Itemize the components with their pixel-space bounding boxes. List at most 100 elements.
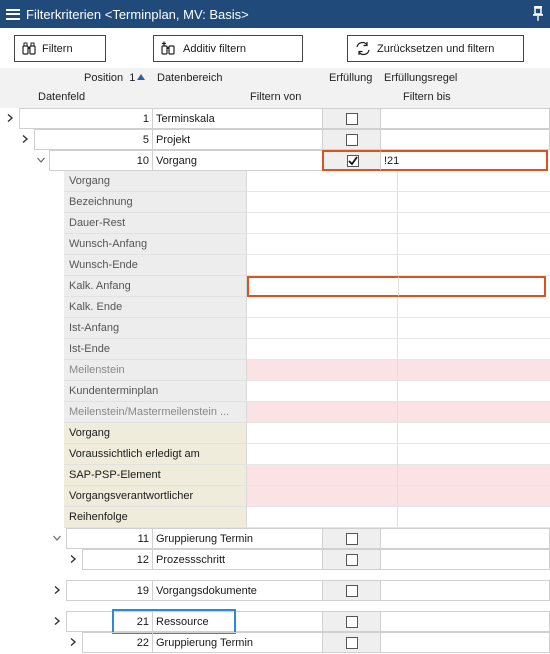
erfuellungsregel-cell[interactable] [380, 549, 550, 570]
filter-to-input[interactable] [398, 465, 550, 486]
filter-to-input[interactable] [398, 486, 550, 507]
erfuellungsregel-cell[interactable]: !21 [380, 150, 548, 171]
erfuellung-header[interactable]: Erfüllung [329, 72, 372, 84]
datenbereich-header[interactable]: Datenbereich [157, 72, 222, 84]
filter-to-input[interactable] [398, 318, 550, 339]
filter-to-input[interactable] [398, 423, 550, 444]
tree-row[interactable]: 19 Vorgangsdokumente [0, 580, 550, 601]
erfuellungsregel-cell[interactable] [380, 108, 550, 129]
filter-from-input[interactable] [247, 423, 398, 444]
filter-to-input[interactable] [398, 381, 550, 402]
filtern-bis-header[interactable]: Filtern bis [403, 91, 451, 103]
reset-and-filter-button-label: Zurücksetzen und filtern [377, 42, 495, 55]
filter-from-input[interactable] [247, 234, 398, 255]
filter-from-input[interactable] [247, 444, 398, 465]
filter-from-input[interactable] [247, 297, 398, 318]
chevron-right-icon[interactable] [20, 134, 30, 144]
erfuellung-cell [322, 150, 381, 171]
checkbox[interactable] [345, 615, 358, 628]
field-row[interactable]: Meilenstein/Mastermeilenstein ... [64, 402, 550, 423]
field-row[interactable]: Voraussichtlich erledigt am [64, 444, 550, 465]
filter-to-input[interactable] [398, 213, 550, 234]
erfuellungsregel-cell[interactable] [380, 580, 550, 601]
tree-row[interactable]: 5 Projekt [0, 129, 550, 150]
field-row[interactable]: Meilenstein [64, 360, 550, 381]
erfuellungsregel-header[interactable]: Erfüllungsregel [384, 72, 457, 84]
field-row[interactable]: Ist-Anfang [64, 318, 550, 339]
filter-to-input[interactable] [398, 444, 550, 465]
tree-row-selected[interactable]: 10 Vorgang !21 [0, 150, 550, 171]
filter-to-input[interactable] [398, 255, 550, 276]
erfuellungsregel-cell[interactable] [380, 129, 550, 150]
filter-from-input[interactable] [247, 381, 398, 402]
chevron-down-icon[interactable] [36, 155, 46, 165]
chevron-down-icon[interactable] [52, 533, 62, 543]
filter-to-input[interactable] [398, 507, 550, 528]
field-label: Wunsch-Ende [64, 255, 247, 276]
hamburger-menu-icon[interactable] [6, 8, 20, 20]
filter-from-input[interactable] [247, 507, 398, 528]
additive-filter-button-label: Additiv filtern [183, 42, 246, 55]
filter-from-input[interactable] [247, 486, 398, 507]
filter-to-input[interactable] [398, 192, 550, 213]
checkbox[interactable] [345, 553, 358, 566]
field-row[interactable]: Kundenterminplan [64, 381, 550, 402]
reset-and-filter-button[interactable]: Zurücksetzen und filtern [347, 35, 524, 62]
erfuellungsregel-cell[interactable] [380, 611, 550, 632]
datenfeld-header[interactable]: Datenfeld [38, 91, 85, 103]
chevron-right-icon[interactable] [5, 113, 15, 123]
field-row-focused[interactable]: Kalk. Anfang [64, 276, 550, 297]
filtern-von-header[interactable]: Filtern von [250, 91, 301, 103]
filter-from-input[interactable] [247, 339, 398, 360]
erfuellungsregel-cell[interactable] [380, 528, 550, 549]
filter-to-input[interactable] [398, 297, 550, 318]
field-row[interactable]: Wunsch-Anfang [64, 234, 550, 255]
field-row[interactable]: Dauer-Rest [64, 213, 550, 234]
filter-to-input[interactable] [398, 402, 550, 423]
field-row[interactable]: Wunsch-Ende [64, 255, 550, 276]
filter-from-input[interactable] [247, 192, 398, 213]
filter-from-input[interactable] [247, 318, 398, 339]
position-header[interactable]: Position 1 [84, 72, 146, 84]
filter-button[interactable]: Filtern [14, 35, 106, 62]
tree-row[interactable]: 1 Terminskala [0, 108, 550, 129]
filter-from-input[interactable] [247, 276, 398, 297]
tree-row[interactable]: 21 Ressource [0, 609, 550, 634]
field-row[interactable]: Ist-Ende [64, 339, 550, 360]
filter-from-input[interactable] [247, 360, 398, 381]
filter-to-input[interactable] [398, 276, 546, 297]
field-row[interactable]: Vorgang [64, 423, 550, 444]
filter-from-input[interactable] [247, 255, 398, 276]
tree-row[interactable]: 22 Gruppierung Termin [0, 632, 550, 653]
tree-row[interactable]: 11 Gruppierung Termin [0, 528, 550, 549]
chevron-right-icon[interactable] [68, 554, 78, 564]
filter-to-input[interactable] [398, 171, 550, 192]
filter-from-input[interactable] [247, 171, 398, 192]
checkbox[interactable] [345, 112, 358, 125]
filter-to-input[interactable] [398, 234, 550, 255]
erfuellungsregel-cell[interactable] [380, 632, 550, 653]
field-row[interactable]: Vorgang [64, 171, 550, 192]
checkbox-checked[interactable] [346, 154, 359, 167]
field-label: Kalk. Anfang [64, 276, 247, 297]
tree-row[interactable]: 12 Prozessschritt [0, 549, 550, 570]
filter-to-input[interactable] [398, 339, 550, 360]
field-row[interactable]: SAP-PSP-Element [64, 465, 550, 486]
filter-from-input[interactable] [247, 402, 398, 423]
chevron-right-icon[interactable] [52, 585, 62, 595]
field-row[interactable]: Bezeichnung [64, 192, 550, 213]
filter-from-input[interactable] [247, 465, 398, 486]
pin-icon[interactable] [532, 5, 544, 21]
checkbox[interactable] [345, 584, 358, 597]
chevron-right-icon[interactable] [68, 637, 78, 647]
checkbox[interactable] [345, 636, 358, 649]
field-row[interactable]: Reihenfolge [64, 507, 550, 528]
checkbox[interactable] [345, 133, 358, 146]
checkbox[interactable] [345, 532, 358, 545]
chevron-right-icon[interactable] [52, 616, 62, 626]
field-row[interactable]: Kalk. Ende [64, 297, 550, 318]
filter-from-input[interactable] [247, 213, 398, 234]
field-row[interactable]: Vorgangsverantwortlicher [64, 486, 550, 507]
filter-to-input[interactable] [398, 360, 550, 381]
additive-filter-button[interactable]: Additiv filtern [153, 35, 303, 62]
